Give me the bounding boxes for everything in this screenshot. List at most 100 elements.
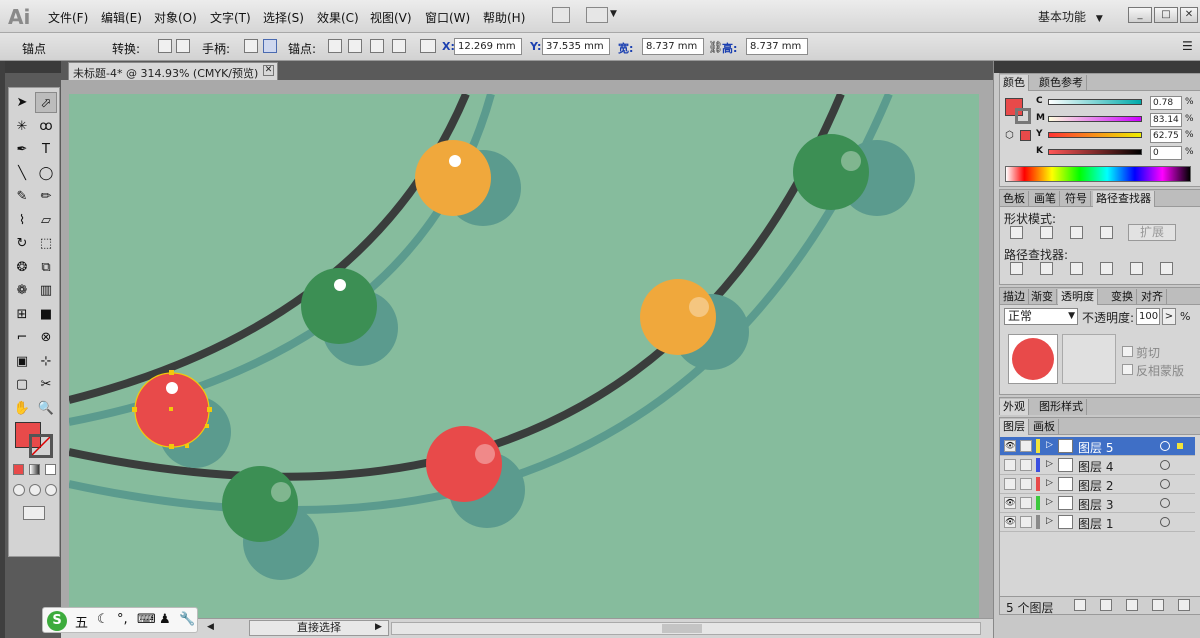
scale-icon[interactable]: ⬚: [35, 233, 57, 254]
layer-row[interactable]: 👁 ▷ 图层 1: [1000, 513, 1195, 532]
gamut-swatch[interactable]: [1020, 130, 1031, 141]
dock-header[interactable]: [994, 61, 1200, 73]
channel-slider-k[interactable]: [1048, 148, 1142, 155]
slice-icon[interactable]: ✂: [35, 374, 57, 395]
bulb-green[interactable]: [793, 134, 869, 210]
ellipse-icon[interactable]: ◯: [35, 163, 57, 184]
expand-button[interactable]: 扩展: [1128, 224, 1176, 241]
draw-inside-icon[interactable]: [45, 484, 57, 496]
show-handles-icon[interactable]: [244, 39, 258, 53]
pencil-icon[interactable]: ✏: [35, 186, 57, 207]
status-tool-mode[interactable]: 直接选择: [249, 620, 389, 636]
menu-select[interactable]: 选择(S): [263, 9, 304, 26]
anchor-point[interactable]: [132, 407, 137, 412]
link-icon[interactable]: ⛓: [708, 40, 723, 54]
make-clip-mask-icon[interactable]: [1100, 599, 1112, 611]
close-button[interactable]: ✕: [1180, 7, 1198, 23]
tab-artboards[interactable]: 画板: [1030, 419, 1059, 435]
free-transform-icon[interactable]: ⧉: [35, 257, 57, 278]
minimize-button[interactable]: _: [1128, 7, 1152, 23]
target-circle-icon[interactable]: [1160, 441, 1170, 451]
menu-effect[interactable]: 效果(C): [317, 9, 359, 26]
target-circle-icon[interactable]: [1160, 460, 1170, 470]
layer-row[interactable]: 👁 ▷ 图层 5: [1000, 437, 1195, 456]
restore-button[interactable]: □: [1154, 7, 1178, 23]
layer-row[interactable]: ▷ 图层 2: [1000, 475, 1195, 494]
artboard-icon[interactable]: ▢: [11, 374, 33, 395]
expand-triangle-icon[interactable]: ▷: [1046, 497, 1053, 507]
layer-name[interactable]: 图层 1: [1078, 515, 1113, 532]
visibility-eye-icon[interactable]: [1004, 459, 1016, 471]
outline-icon[interactable]: [1130, 262, 1143, 275]
warp-icon[interactable]: ❂: [11, 257, 33, 278]
draw-behind-icon[interactable]: [29, 484, 41, 496]
paintbrush-icon[interactable]: ✎: [11, 186, 33, 207]
color-spectrum[interactable]: [1005, 166, 1191, 182]
anchor-point[interactable]: [207, 407, 212, 412]
wrench-icon[interactable]: 🔧: [179, 612, 195, 627]
none-mode-icon[interactable]: [45, 464, 56, 475]
ime-wubi[interactable]: 五: [75, 612, 88, 631]
ime-logo[interactable]: S: [47, 611, 67, 631]
cut-path-icon[interactable]: [370, 39, 384, 53]
panel-menu-icon[interactable]: ☰: [1182, 39, 1193, 53]
magic-wand-icon[interactable]: ✳: [11, 116, 33, 137]
tools-panel-header[interactable]: [5, 61, 61, 73]
tab-swatches[interactable]: 色板: [1000, 191, 1029, 207]
close-icon[interactable]: ✕: [263, 65, 274, 76]
intersect-icon[interactable]: [1070, 226, 1083, 239]
ime-toolbar[interactable]: S 五 ☾ °, ⌨ ♟ 🔧: [42, 607, 198, 633]
lock-icon[interactable]: [1020, 478, 1032, 490]
anchor-point[interactable]: [169, 444, 174, 449]
workspace-switcher[interactable]: 基本功能 ▼: [1038, 8, 1103, 25]
divide-icon[interactable]: [1010, 262, 1023, 275]
lock-icon[interactable]: [1020, 497, 1032, 509]
pen-icon[interactable]: ✒: [11, 139, 33, 160]
lock-icon[interactable]: [1020, 459, 1032, 471]
scrollbar-thumb[interactable]: [662, 624, 702, 633]
horizontal-scrollbar[interactable]: [391, 622, 981, 635]
punctuation-icon[interactable]: °,: [117, 612, 128, 627]
channel-slider-m[interactable]: [1048, 115, 1142, 122]
menu-type[interactable]: 文字(T): [210, 9, 251, 26]
rotate-icon[interactable]: ↻: [11, 233, 33, 254]
locate-object-icon[interactable]: [1074, 599, 1086, 611]
symbol-sprayer-icon[interactable]: ❁: [11, 280, 33, 301]
menu-file[interactable]: 文件(F): [48, 9, 88, 26]
exclude-icon[interactable]: [1100, 226, 1113, 239]
hand-icon[interactable]: ✋: [11, 398, 33, 419]
layer-row[interactable]: 👁 ▷ 图层 3: [1000, 494, 1195, 513]
minus-front-icon[interactable]: [1040, 226, 1053, 239]
zoom-icon[interactable]: 🔍: [35, 398, 57, 419]
object-thumbnail[interactable]: [1008, 334, 1058, 384]
document-tab[interactable]: 未标题-4* @ 314.93% (CMYK/预览) ✕: [68, 62, 278, 80]
height-field[interactable]: 8.737 mm: [746, 38, 808, 55]
expand-triangle-icon[interactable]: ▷: [1046, 459, 1053, 469]
bulb-red[interactable]: [426, 426, 502, 502]
layer-name[interactable]: 图层 3: [1078, 496, 1113, 513]
expand-triangle-icon[interactable]: ▷: [1046, 516, 1053, 526]
menu-view[interactable]: 视图(V): [370, 9, 412, 26]
blend-icon[interactable]: ⊗: [35, 327, 57, 348]
trash-icon[interactable]: [1178, 599, 1190, 611]
unite-icon[interactable]: [1010, 226, 1023, 239]
tab-transform[interactable]: 变换: [1108, 289, 1137, 305]
bridge-icon[interactable]: [552, 7, 570, 23]
handle-point[interactable]: [205, 424, 209, 428]
hide-handles-icon[interactable]: [263, 39, 277, 53]
artwork[interactable]: [69, 94, 979, 618]
status-left-arrow-icon[interactable]: ◀: [207, 622, 214, 632]
convert-corner-icon[interactable]: [158, 39, 172, 53]
width-field[interactable]: 8.737 mm: [642, 38, 704, 55]
screen-mode-icon[interactable]: [23, 506, 45, 520]
target-circle-icon[interactable]: [1160, 479, 1170, 489]
keyboard-icon[interactable]: ⌨: [137, 612, 156, 627]
channel-field-m[interactable]: 83.14: [1150, 112, 1182, 127]
crop-icon[interactable]: [1100, 262, 1113, 275]
mesh-icon[interactable]: ⊞: [11, 304, 33, 325]
column-graph-icon[interactable]: ▥: [35, 280, 57, 301]
lock-icon[interactable]: [1020, 440, 1032, 452]
stroke-swatch[interactable]: [1015, 108, 1031, 124]
tab-brushes[interactable]: 画笔: [1031, 191, 1060, 207]
merge-icon[interactable]: [1070, 262, 1083, 275]
